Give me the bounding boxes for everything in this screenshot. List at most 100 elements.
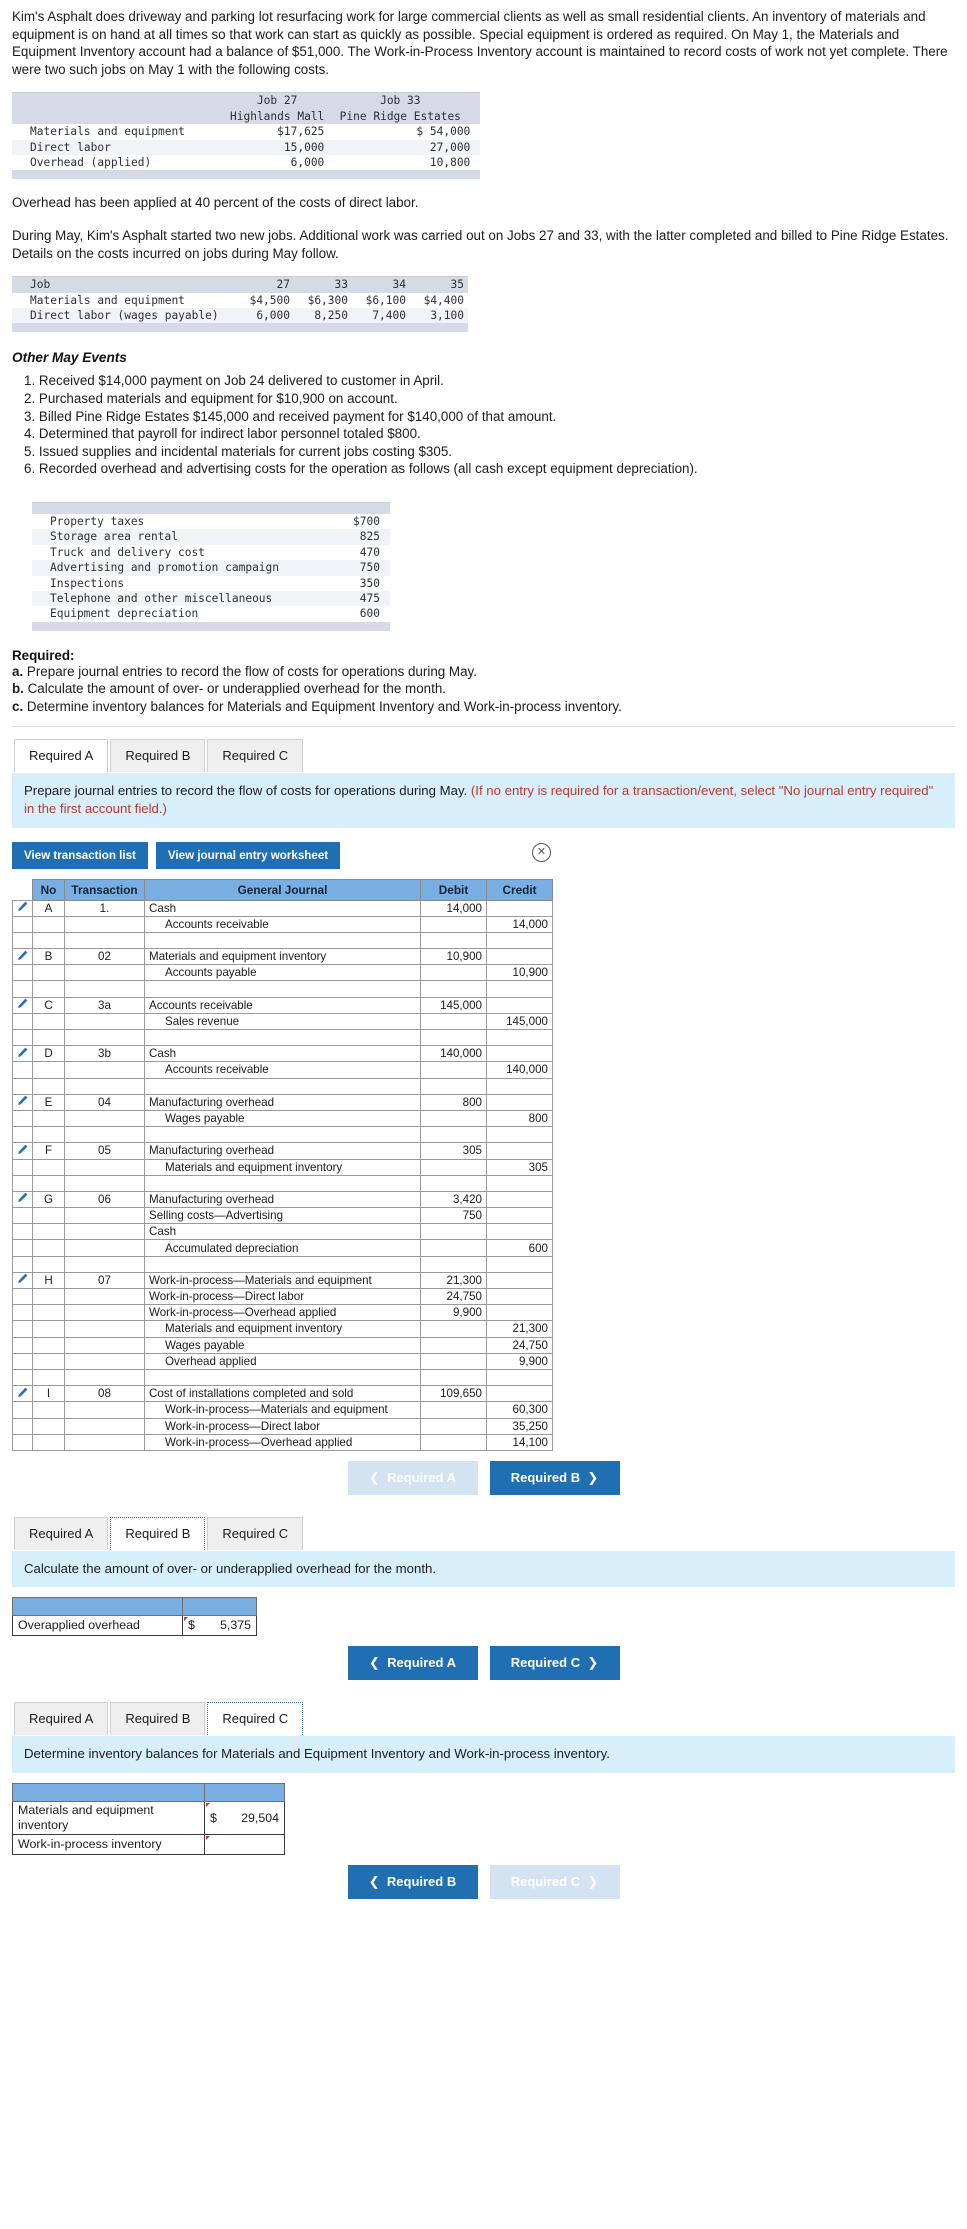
entry-account[interactable]: Work-in-process—Overhead applied [144, 1433, 421, 1451]
entry-debit[interactable] [420, 1077, 487, 1095]
entry-credit[interactable] [486, 1174, 553, 1192]
entry-credit[interactable] [486, 1271, 553, 1290]
entry-debit[interactable]: 14,000 [420, 899, 487, 917]
entry-account[interactable] [144, 980, 421, 998]
entry-credit[interactable]: 305 [486, 1158, 553, 1176]
edit-pencil-icon[interactable] [17, 950, 28, 961]
entry-debit[interactable]: 109,650 [420, 1385, 487, 1403]
tab-required-c[interactable]: Required C [207, 1702, 304, 1736]
entry-account[interactable]: Manufacturing overhead [144, 1093, 421, 1111]
entry-account[interactable]: Accounts receivable [144, 915, 421, 933]
edit-cell[interactable] [12, 996, 33, 1014]
entry-debit[interactable] [420, 1352, 487, 1370]
entry-credit[interactable] [486, 899, 553, 917]
entry-debit[interactable] [420, 1433, 487, 1451]
entry-account[interactable] [144, 1368, 421, 1387]
entry-credit[interactable] [486, 1077, 553, 1095]
entry-account[interactable]: Overhead applied [144, 1352, 421, 1370]
entry-debit[interactable] [420, 1255, 487, 1273]
entry-credit[interactable] [486, 996, 553, 1014]
tab-required-a[interactable]: Required A [14, 1516, 109, 1550]
entry-account[interactable]: Accounts payable [144, 964, 421, 982]
entry-account[interactable] [144, 1126, 421, 1144]
entry-account[interactable]: Wages payable [144, 1109, 421, 1128]
entry-credit[interactable]: 800 [486, 1109, 553, 1128]
edit-cell[interactable] [12, 1271, 33, 1290]
entry-credit[interactable] [486, 931, 553, 950]
edit-pencil-icon[interactable] [17, 998, 28, 1009]
entry-debit[interactable] [420, 1401, 487, 1419]
entry-account[interactable]: Cash [144, 899, 421, 917]
edit-pencil-icon[interactable] [17, 1192, 28, 1203]
edit-pencil-icon[interactable] [17, 901, 28, 912]
entry-debit[interactable] [420, 1239, 487, 1257]
entry-debit[interactable] [420, 1336, 487, 1354]
entry-account[interactable] [144, 931, 421, 950]
entry-account[interactable]: Manufacturing overhead [144, 1190, 421, 1209]
edit-pencil-icon[interactable] [17, 1144, 28, 1155]
nav-prev-required-a[interactable]: ❮ Required A [347, 1460, 478, 1495]
entry-account[interactable]: Manufacturing overhead [144, 1142, 421, 1160]
edit-pencil-icon[interactable] [17, 1095, 28, 1106]
edit-cell[interactable] [12, 948, 33, 966]
edit-cell[interactable] [12, 899, 33, 917]
entry-credit[interactable] [486, 1207, 553, 1225]
edit-cell[interactable] [12, 1142, 33, 1160]
entry-account[interactable]: Cash [144, 1045, 421, 1063]
entry-debit[interactable] [420, 1223, 487, 1241]
entry-credit[interactable]: 14,000 [486, 915, 553, 933]
entry-credit[interactable]: 14,100 [486, 1433, 553, 1451]
entry-credit[interactable] [486, 1304, 553, 1322]
tab-required-b[interactable]: Required B [110, 739, 206, 773]
tab-required-b[interactable]: Required B [110, 1516, 206, 1550]
overapplied-overhead-value-field[interactable]: $ 5,375 [182, 1615, 257, 1637]
entry-debit[interactable]: 145,000 [420, 996, 487, 1014]
entry-credit[interactable]: 24,750 [486, 1336, 553, 1354]
entry-debit[interactable]: 305 [420, 1142, 487, 1160]
entry-account[interactable]: Materials and equipment inventory [144, 1158, 421, 1176]
entry-credit[interactable] [486, 1255, 553, 1273]
entry-credit[interactable] [486, 1385, 553, 1403]
entry-debit[interactable] [420, 1012, 487, 1031]
nav-next-required-b[interactable]: Required B ❯ [489, 1460, 620, 1495]
edit-cell[interactable] [12, 1385, 33, 1403]
entry-account[interactable] [144, 1255, 421, 1273]
entry-account[interactable] [144, 1028, 421, 1047]
entry-account[interactable]: Selling costs—Advertising [144, 1207, 421, 1225]
entry-credit[interactable] [486, 948, 553, 966]
entry-debit[interactable] [420, 931, 487, 950]
entry-debit[interactable] [420, 915, 487, 933]
edit-cell[interactable] [12, 1190, 33, 1209]
edit-pencil-icon[interactable] [17, 1047, 28, 1058]
entry-account[interactable]: Accounts receivable [144, 996, 421, 1014]
tab-required-b[interactable]: Required B [110, 1702, 206, 1736]
entry-account[interactable]: Materials and equipment inventory [144, 1320, 421, 1338]
entry-account[interactable]: Work-in-process—Overhead applied [144, 1304, 421, 1322]
view-transaction-list-button[interactable]: View transaction list [12, 841, 148, 869]
entry-credit[interactable] [486, 1368, 553, 1387]
entry-debit[interactable] [420, 1320, 487, 1338]
entry-credit[interactable]: 145,000 [486, 1012, 553, 1031]
tab-required-c[interactable]: Required C [207, 739, 304, 773]
entry-account[interactable]: Cost of installations completed and sold [144, 1385, 421, 1403]
entry-account[interactable] [144, 1077, 421, 1095]
entry-debit[interactable]: 24,750 [420, 1287, 487, 1306]
entry-account[interactable]: Accounts receivable [144, 1061, 421, 1079]
entry-credit[interactable]: 21,300 [486, 1320, 553, 1338]
close-icon[interactable]: ✕ [532, 842, 551, 862]
entry-credit[interactable] [486, 1093, 553, 1111]
entry-credit[interactable]: 60,300 [486, 1401, 553, 1419]
entry-debit[interactable] [420, 1368, 487, 1387]
entry-credit[interactable]: 10,900 [486, 964, 553, 982]
edit-pencil-icon[interactable] [17, 1387, 28, 1398]
entry-debit[interactable]: 3,420 [420, 1190, 487, 1209]
nav-prev-required-b[interactable]: ❮ Required B [347, 1865, 478, 1900]
entry-account[interactable]: Wages payable [144, 1336, 421, 1354]
entry-credit[interactable] [486, 980, 553, 998]
nav-prev-required-a[interactable]: ❮ Required A [347, 1646, 478, 1681]
entry-debit[interactable]: 21,300 [420, 1271, 487, 1290]
entry-account[interactable]: Work-in-process—Materials and equipment [144, 1271, 421, 1290]
entry-account[interactable]: Cash [144, 1223, 421, 1241]
entry-credit[interactable]: 600 [486, 1239, 553, 1257]
tab-required-c[interactable]: Required C [207, 1516, 304, 1550]
